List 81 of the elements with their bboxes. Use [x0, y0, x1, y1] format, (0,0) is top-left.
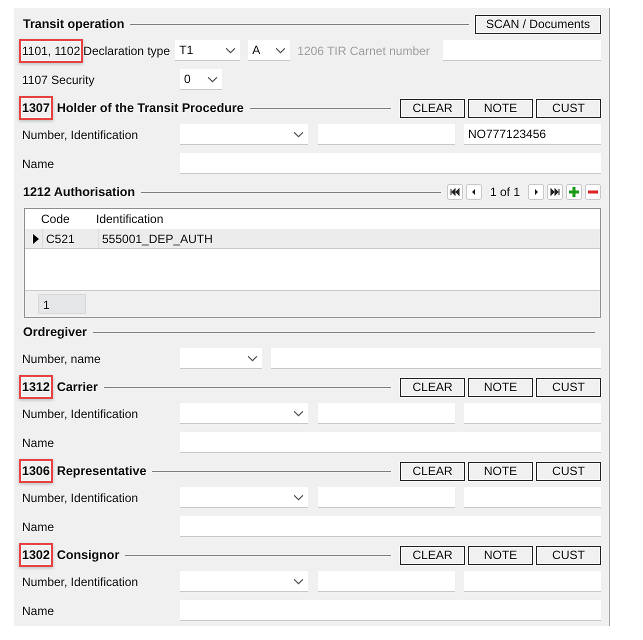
- declaration-type-dropdown[interactable]: T1: [175, 40, 240, 61]
- tir-carnet-label: 1206 TIR Carnet number: [296, 44, 431, 58]
- next-page-icon[interactable]: [528, 184, 544, 200]
- field-label: Number, Identification: [22, 128, 140, 142]
- last-page-icon[interactable]: [547, 184, 563, 200]
- name-field[interactable]: [180, 516, 601, 537]
- chevron-down-icon: [293, 494, 304, 500]
- chevron-down-icon: [293, 578, 304, 584]
- tir-carnet-field[interactable]: [443, 40, 601, 61]
- section-button[interactable]: CLEAR: [400, 98, 465, 118]
- table-cell: 555001_DEP_AUTH: [98, 228, 596, 248]
- name-field[interactable]: [180, 153, 601, 174]
- row-count: 1: [38, 294, 86, 314]
- table-row[interactable]: C521 555001_DEP_AUTH: [25, 229, 600, 249]
- chevron-down-icon: [247, 354, 258, 362]
- section-code: 1307: [19, 96, 53, 120]
- field-label: Number, Identification: [22, 490, 140, 504]
- section-title: Representative: [56, 464, 146, 478]
- identification-field[interactable]: NO777123456: [464, 124, 601, 145]
- section-button[interactable]: CLEAR: [400, 546, 465, 564]
- field-label: Number, Identification: [22, 406, 140, 420]
- security-dropdown[interactable]: 0: [180, 69, 222, 90]
- section-title: Consignor: [56, 548, 120, 562]
- first-page-icon[interactable]: [446, 184, 463, 200]
- add-icon[interactable]: [566, 184, 582, 200]
- field-label: Number, name: [22, 352, 102, 366]
- section-title: Ordregiver: [22, 325, 87, 339]
- section-button[interactable]: CLEAR: [400, 462, 465, 480]
- field-label: 1107 Security: [22, 72, 96, 86]
- section-button[interactable]: NOTE: [468, 462, 533, 480]
- scan-documents-button[interactable]: SCAN / Documents: [475, 14, 601, 34]
- field-label: Number, Identification: [22, 574, 140, 588]
- number-field[interactable]: [318, 403, 455, 424]
- name-field[interactable]: [180, 432, 601, 453]
- identification-field[interactable]: [464, 487, 601, 508]
- field-label: Declaration type: [83, 44, 171, 58]
- chevron-down-icon: [225, 46, 236, 54]
- current-row-icon: [32, 234, 38, 244]
- field-label: Name: [22, 604, 56, 618]
- section-button[interactable]: NOTE: [468, 98, 533, 118]
- section-code: 1306: [19, 459, 53, 483]
- section-title: Transit operation: [22, 17, 124, 31]
- previous-page-icon[interactable]: [466, 184, 482, 200]
- section-button[interactable]: CUST: [536, 98, 601, 118]
- field-code: 1101, 1102: [19, 38, 84, 62]
- column-header: Identification: [95, 212, 164, 226]
- chevron-down-icon: [275, 46, 286, 54]
- number-dropdown[interactable]: [180, 571, 308, 592]
- field-label: Name: [22, 520, 56, 534]
- table-cell: C521: [42, 228, 98, 248]
- remove-icon[interactable]: [585, 184, 601, 200]
- number-dropdown[interactable]: [180, 403, 308, 424]
- field-label: Name: [22, 436, 56, 450]
- page-indicator: 1 of 1: [488, 185, 521, 199]
- number-dropdown[interactable]: [180, 124, 308, 145]
- name-field[interactable]: [180, 600, 601, 621]
- section-button[interactable]: NOTE: [468, 378, 533, 396]
- section-button[interactable]: CLEAR: [400, 378, 465, 396]
- chevron-down-icon: [207, 76, 218, 82]
- number-field[interactable]: [318, 571, 455, 592]
- section-title: 1212 Authorisation: [22, 185, 136, 199]
- column-header: Code: [40, 212, 71, 226]
- section-title: Carrier: [56, 380, 98, 394]
- number-dropdown[interactable]: [180, 487, 308, 508]
- name-field[interactable]: [271, 348, 601, 369]
- section-button[interactable]: CUST: [536, 546, 601, 564]
- section-title: Holder of the Transit Procedure: [56, 101, 244, 115]
- section-code: 1302: [19, 543, 53, 567]
- number-field[interactable]: [318, 487, 455, 508]
- chevron-down-icon: [293, 130, 304, 138]
- identification-field[interactable]: [464, 571, 601, 592]
- section-button[interactable]: CUST: [536, 462, 601, 480]
- section-button[interactable]: NOTE: [468, 546, 533, 564]
- identification-field[interactable]: [464, 403, 601, 424]
- chevron-down-icon: [293, 410, 304, 416]
- number-field[interactable]: [318, 124, 455, 145]
- field-label: Name: [22, 156, 56, 170]
- section-button[interactable]: CUST: [536, 378, 601, 396]
- declaration-subtype-dropdown[interactable]: A: [248, 40, 290, 61]
- section-code: 1312: [19, 375, 53, 399]
- number-dropdown[interactable]: [180, 348, 262, 369]
